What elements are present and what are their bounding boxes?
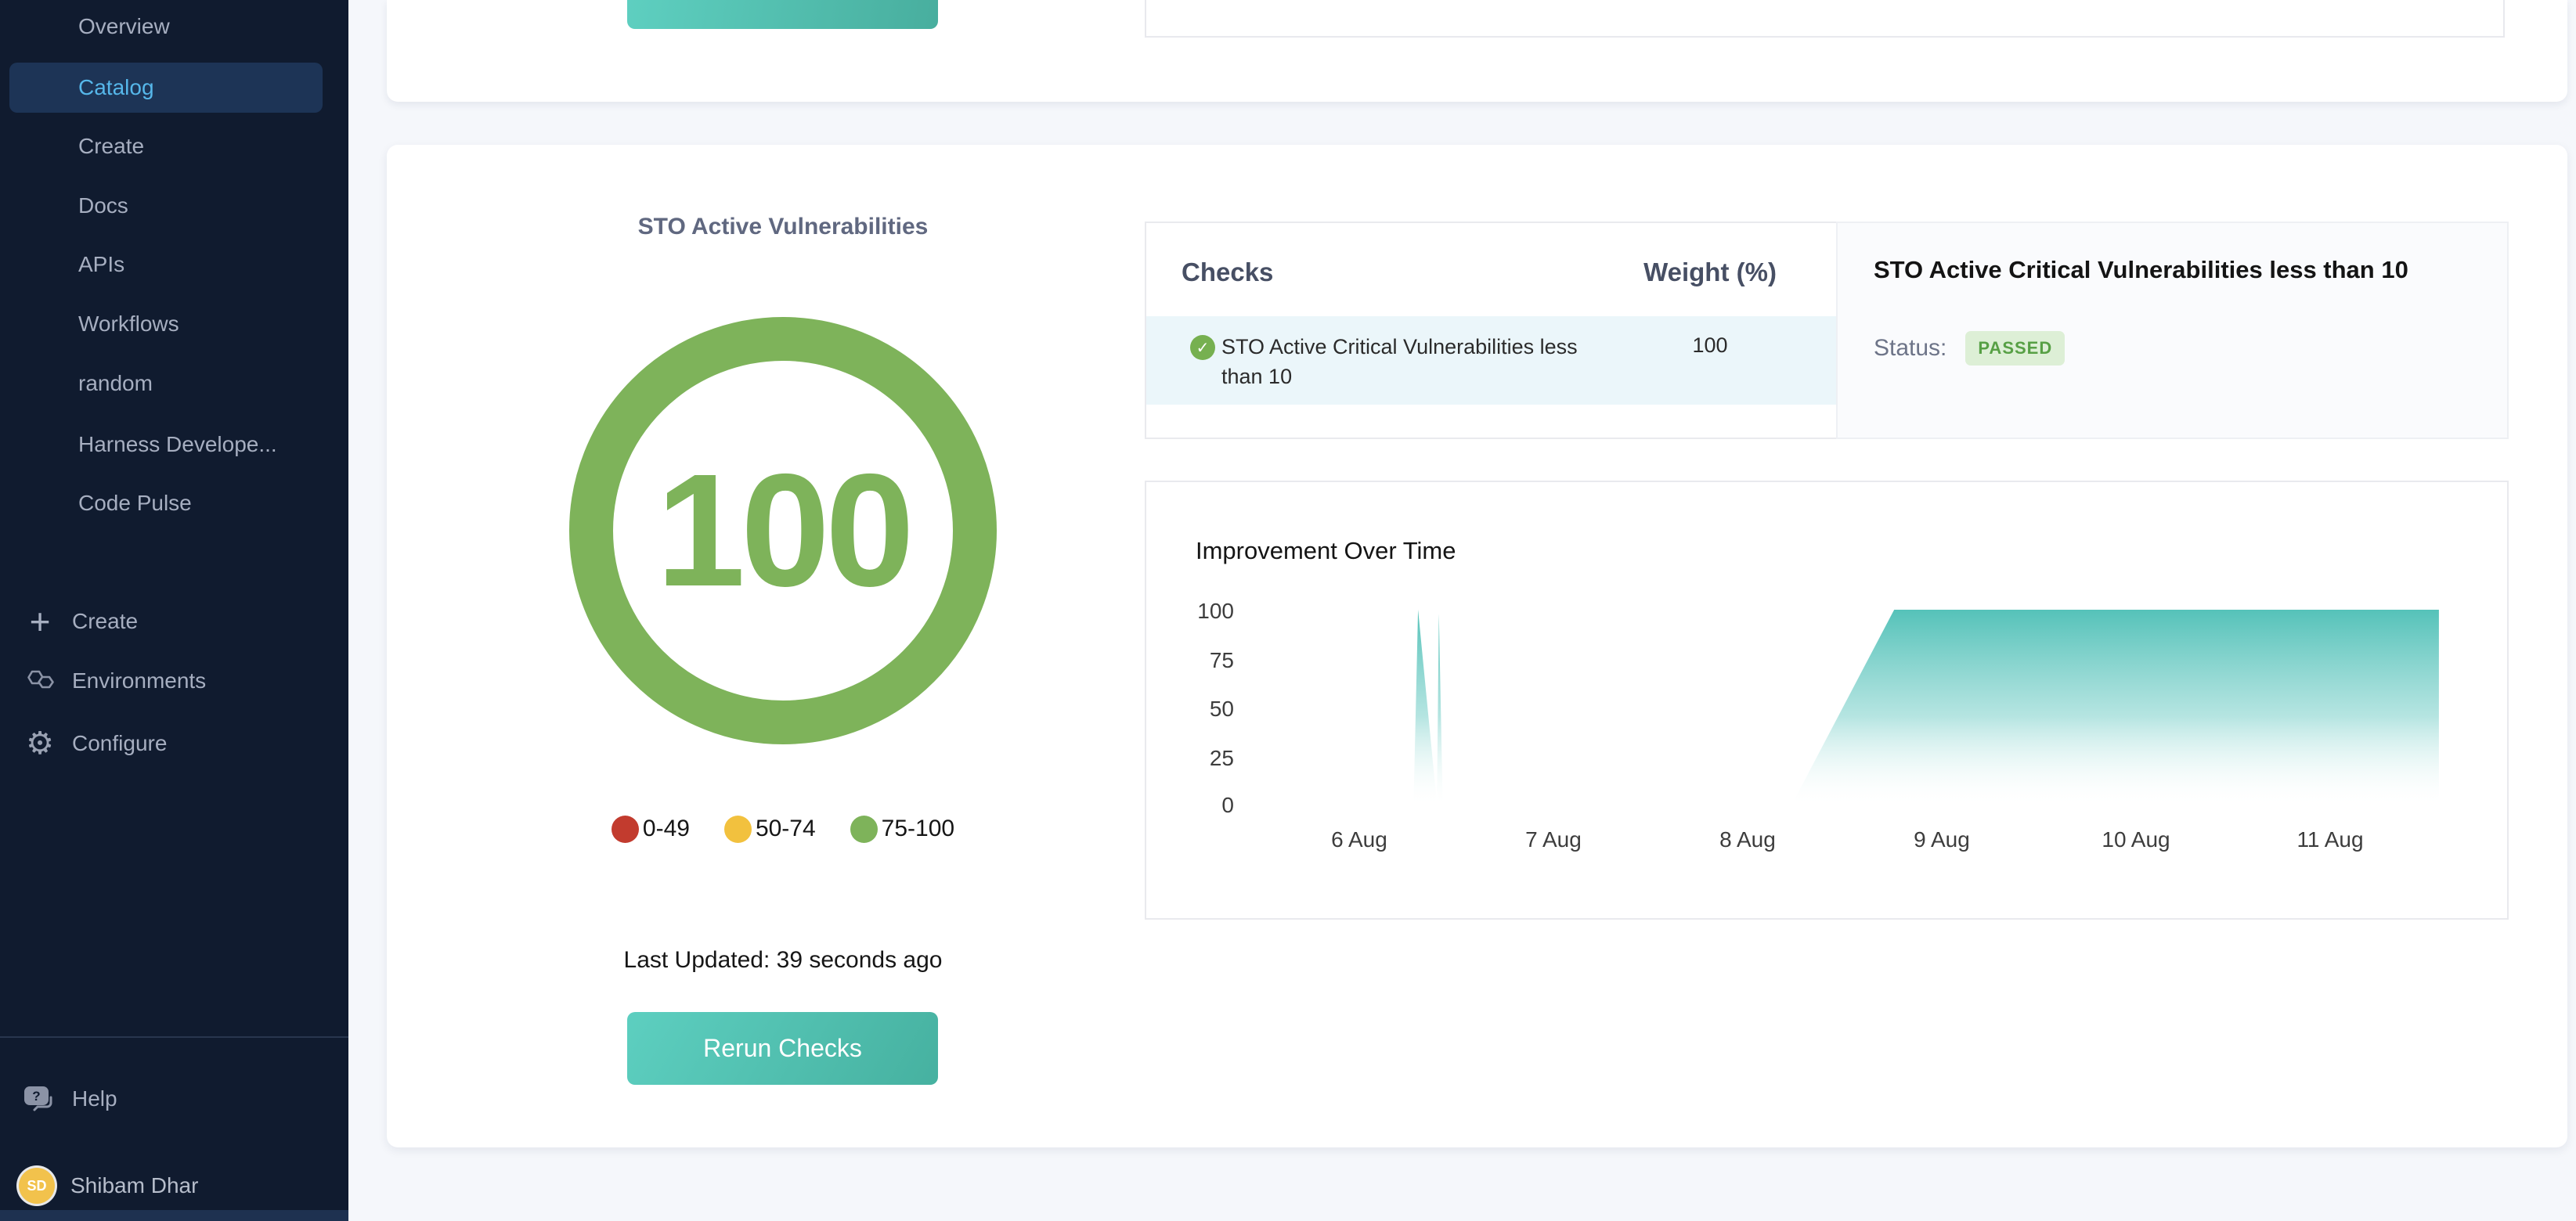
- user-menu[interactable]: SD Shibam Dhar: [19, 1166, 198, 1205]
- sidebar-item-overview[interactable]: Overview: [0, 8, 348, 45]
- avatar: SD: [19, 1168, 55, 1204]
- score-gauge: 100: [569, 317, 997, 744]
- y-axis-tick: 75: [1164, 648, 1234, 673]
- last-updated-text: Last Updated: 39 seconds ago: [387, 947, 1179, 974]
- checks-column-header: Checks: [1182, 258, 1273, 287]
- check-weight: 100: [1640, 333, 1780, 358]
- status-label: Status:: [1874, 335, 1946, 362]
- score-value: 100: [656, 438, 910, 623]
- help-button[interactable]: ? Help: [22, 1080, 117, 1118]
- sidebar-item-label: Workflows: [0, 312, 179, 337]
- help-label: Help: [72, 1086, 117, 1111]
- score-gauge-section: STO Active Vulnerabilities 100 0-49 50-7…: [387, 145, 1179, 1147]
- sidebar-item-workflows[interactable]: Workflows: [0, 305, 348, 343]
- y-axis-tick: 50: [1164, 697, 1234, 722]
- check-name: STO Active Critical Vulnerabilities less…: [1221, 332, 1613, 391]
- sidebar-item-label: Harness Develope...: [0, 432, 277, 457]
- app-root: Overview Catalog Create Docs APIs Workfl…: [0, 0, 2576, 1221]
- legend-dot-green: [850, 816, 878, 843]
- sidebar-item-label: Overview: [0, 14, 170, 39]
- sidebar-item-label: random: [0, 371, 153, 396]
- checks-table-partial: [1145, 0, 2505, 38]
- sidebar-bottom-strip: [0, 1210, 348, 1221]
- sidebar: Overview Catalog Create Docs APIs Workfl…: [0, 0, 348, 1221]
- y-axis-tick: 0: [1164, 793, 1234, 818]
- help-icon: ?: [22, 1082, 58, 1115]
- sidebar-action-label: Configure: [72, 731, 167, 756]
- sidebar-item-apis[interactable]: APIs: [0, 246, 348, 283]
- legend-label: 75-100: [882, 816, 954, 842]
- improvement-area-chart: [1146, 482, 2510, 921]
- rerun-checks-button-partial[interactable]: [627, 0, 938, 29]
- sidebar-item-random[interactable]: random: [0, 365, 348, 402]
- table-row[interactable]: ✓ STO Active Critical Vulnerabilities le…: [1146, 316, 1840, 405]
- user-name: Shibam Dhar: [70, 1173, 198, 1198]
- sidebar-item-docs[interactable]: Docs: [0, 187, 348, 225]
- scorecard-title: STO Active Vulnerabilities: [387, 214, 1179, 240]
- sidebar-item-label: Create: [0, 134, 144, 159]
- check-detail-title: STO Active Critical Vulnerabilities less…: [1874, 256, 2408, 284]
- check-passed-icon: ✓: [1190, 335, 1215, 360]
- legend-label: 0-49: [643, 816, 690, 842]
- y-axis-tick: 100: [1164, 599, 1234, 624]
- improvement-chart-panel: Improvement Over Time 100 75 50 25 0 6 A…: [1145, 481, 2509, 920]
- gear-icon: ⚙: [22, 728, 58, 759]
- legend-dot-yellow: [724, 816, 752, 843]
- legend-item: 50-74: [724, 816, 816, 843]
- sidebar-create-action[interactable]: + Create: [22, 603, 138, 640]
- sidebar-configure-action[interactable]: ⚙ Configure: [22, 725, 167, 762]
- x-axis-tick: 11 Aug: [2268, 827, 2393, 852]
- sidebar-item-label: Docs: [0, 193, 128, 218]
- sidebar-item-label: Code Pulse: [0, 491, 192, 516]
- sidebar-environments-action[interactable]: Environments: [22, 662, 206, 700]
- x-axis-tick: 10 Aug: [2073, 827, 2199, 852]
- x-axis-tick: 7 Aug: [1491, 827, 1616, 852]
- sidebar-item-harness-developer[interactable]: Harness Develope...: [0, 426, 348, 463]
- checks-table: Checks Weight (%) ✓ STO Active Critical …: [1145, 222, 1842, 439]
- rerun-checks-button[interactable]: Rerun Checks: [627, 1012, 938, 1085]
- legend-dot-red: [612, 816, 639, 843]
- plus-icon: +: [22, 606, 58, 637]
- check-detail-panel: STO Active Critical Vulnerabilities less…: [1836, 222, 2509, 439]
- status-badge: PASSED: [1965, 331, 2065, 366]
- score-legend: 0-49 50-74 75-100: [387, 810, 1179, 848]
- scorecard-card: STO Active Vulnerabilities 100 0-49 50-7…: [387, 145, 2567, 1147]
- sidebar-action-label: Environments: [72, 668, 206, 693]
- sidebar-divider: [0, 1036, 348, 1038]
- x-axis-tick: 6 Aug: [1297, 827, 1422, 852]
- sidebar-action-label: Create: [72, 609, 138, 634]
- environments-icon: [22, 667, 58, 695]
- legend-label: 50-74: [756, 816, 816, 842]
- sidebar-item-create[interactable]: Create: [0, 128, 348, 165]
- weight-column-header: Weight (%): [1640, 258, 1780, 287]
- sidebar-item-catalog[interactable]: Catalog: [9, 63, 323, 113]
- status-row: Status: PASSED: [1874, 331, 2065, 366]
- y-axis-tick: 25: [1164, 746, 1234, 771]
- sidebar-item-label: Catalog: [9, 75, 154, 100]
- legend-item: 0-49: [612, 816, 690, 843]
- x-axis-tick: 9 Aug: [1879, 827, 2004, 852]
- sidebar-item-label: APIs: [0, 252, 124, 277]
- previous-scorecard-card: [387, 0, 2567, 102]
- x-axis-tick: 8 Aug: [1685, 827, 1810, 852]
- svg-text:?: ?: [32, 1089, 40, 1104]
- legend-item: 75-100: [850, 816, 954, 843]
- score-area-series: [1413, 610, 2438, 804]
- sidebar-item-code-pulse[interactable]: Code Pulse: [0, 484, 348, 522]
